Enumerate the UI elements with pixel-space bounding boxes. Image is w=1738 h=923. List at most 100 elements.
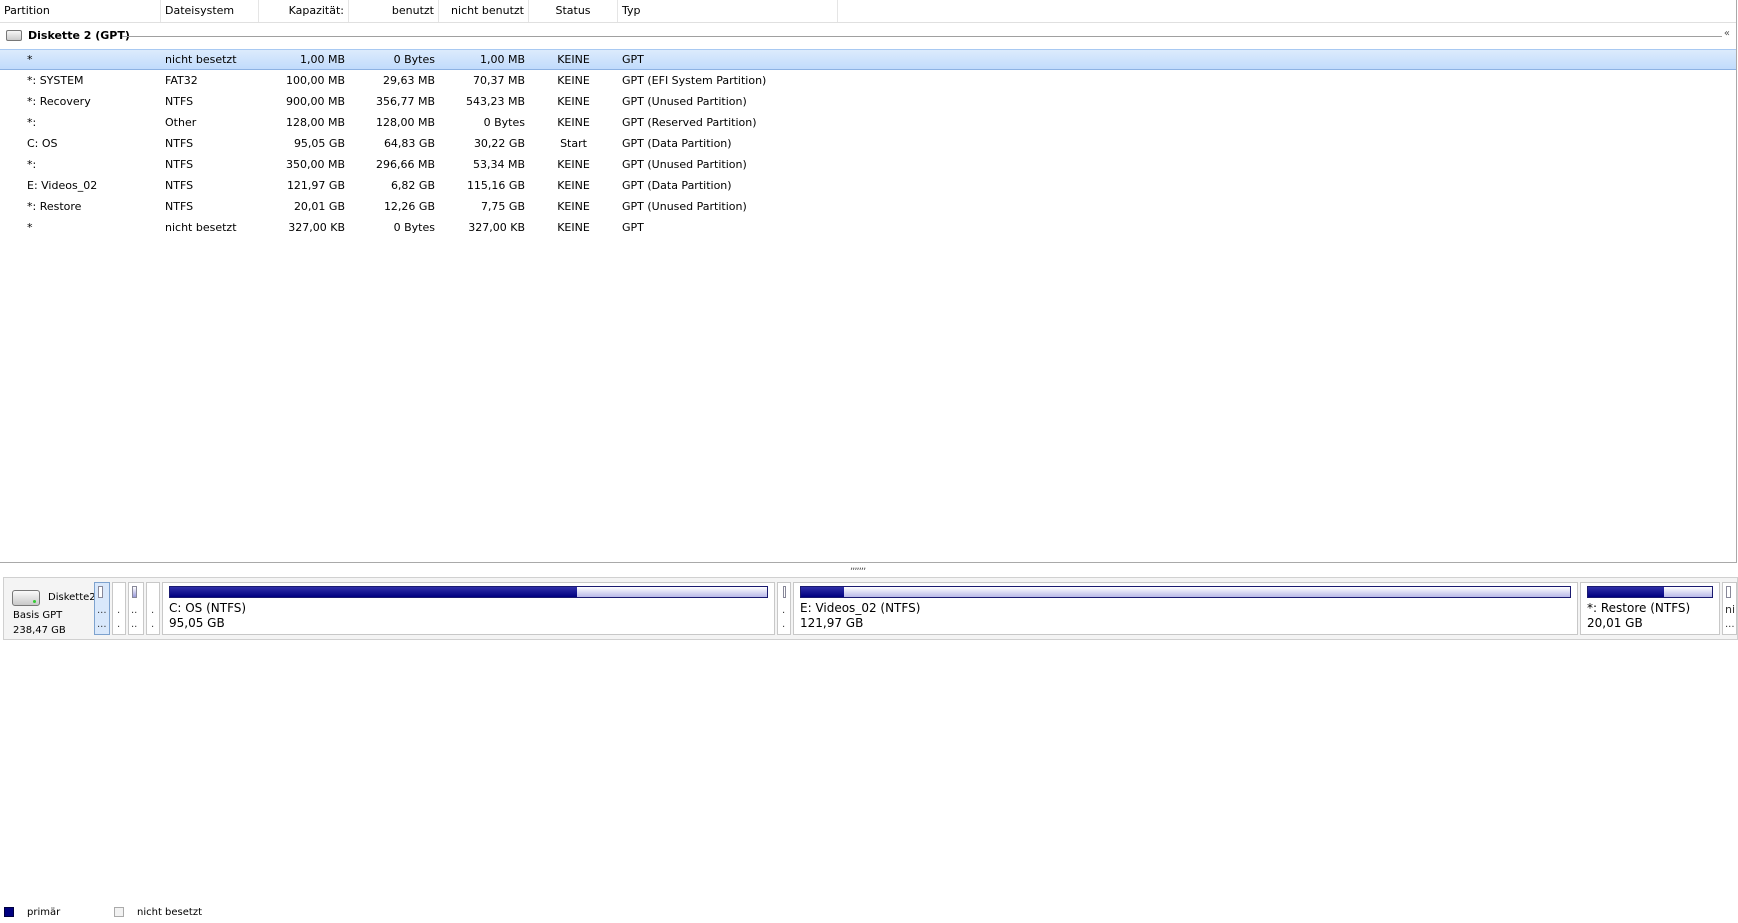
cell-used: 0 Bytes — [393, 221, 435, 234]
cell-capacity: 1,00 MB — [299, 53, 345, 66]
partition-bar — [1726, 586, 1731, 598]
cell-fs: NTFS — [165, 137, 194, 150]
column-header-partition[interactable]: Partition — [0, 0, 161, 22]
cell-partition: *: — [27, 116, 37, 129]
cell-unused: 115,16 GB — [466, 179, 525, 192]
partition-block-size: . — [151, 619, 155, 630]
partition-block-label: . — [117, 605, 121, 616]
table-row[interactable]: C: OS NTFS 95,05 GB 64,83 GB 30,22 GB Start GP… — [0, 133, 1736, 154]
disk-map: Diskette2 Basis GPT 238,47 GB ... ... . … — [3, 577, 1738, 640]
table-row[interactable]: *: SYSTEM FAT32 100,00 MB 29,63 MB 70,37 MB K… — [0, 70, 1736, 91]
cell-capacity: 20,01 GB — [293, 200, 345, 213]
partition-block-restore[interactable]: *: Restore (NTFS) 20,01 GB — [1580, 582, 1720, 635]
table-row[interactable]: * nicht besetzt 1,00 MB 0 Bytes 1,00 MB KEINE… — [0, 49, 1736, 70]
column-header-status[interactable]: Status — [529, 0, 618, 22]
partition-block-unused[interactable]: . . — [777, 582, 791, 635]
disk-info[interactable]: Diskette2 Basis GPT 238,47 GB — [4, 578, 96, 639]
cell-status: KEINE — [557, 221, 590, 234]
splitter-grip[interactable]: ,,,,,,, — [850, 561, 866, 572]
cell-used: 356,77 MB — [375, 95, 435, 108]
table-row[interactable]: *: Restore NTFS 20,01 GB 12,26 GB 7,75 GB KEI… — [0, 196, 1736, 217]
legend: primär nicht besetzt — [0, 902, 1738, 923]
group-divider — [122, 36, 1722, 37]
cell-unused: 543,23 MB — [465, 95, 525, 108]
cell-type: GPT (Unused Partition) — [622, 95, 747, 108]
cell-capacity: 327,00 KB — [288, 221, 345, 234]
cell-partition: *: Restore — [27, 200, 82, 213]
partition-list: Partition Dateisystem Kapazität: benutzt… — [0, 0, 1737, 563]
partition-block-size: 121,97 GB — [800, 616, 864, 630]
partition-block-system[interactable]: . . — [112, 582, 126, 635]
table-row[interactable]: *: NTFS 350,00 MB 296,66 MB 53,34 MB KEINE GPT… — [0, 154, 1736, 175]
cell-unused: 70,37 MB — [472, 74, 525, 87]
cell-partition: * — [27, 221, 33, 234]
partition-bar — [783, 586, 786, 598]
usage-bar — [800, 586, 1571, 598]
usage-bar-fill — [1588, 587, 1664, 597]
cell-fs: Other — [165, 116, 197, 129]
cell-fs: nicht besetzt — [165, 221, 237, 234]
table-row[interactable]: *: Other 128,00 MB 128,00 MB 0 Bytes KEINE GPT… — [0, 112, 1736, 133]
cell-status: Start — [560, 137, 587, 150]
usage-bar — [1587, 586, 1713, 598]
partition-block-size: . — [782, 619, 786, 630]
table-row[interactable]: E: Videos_02 NTFS 121,97 GB 6,82 GB 115,16 G… — [0, 175, 1736, 196]
column-header-capacity[interactable]: Kapazität: — [259, 0, 349, 22]
cell-used: 64,83 GB — [383, 137, 435, 150]
cell-unused: 53,34 MB — [472, 158, 525, 171]
cell-status: KEINE — [557, 95, 590, 108]
partition-block-label: *: Restore (NTFS) — [1587, 601, 1691, 615]
cell-unused: 327,00 KB — [468, 221, 525, 234]
disk-group-header[interactable]: Diskette 2 (GPT) « — [0, 26, 1736, 46]
cell-type: GPT — [622, 53, 644, 66]
column-header-row: Partition Dateisystem Kapazität: benutzt… — [0, 0, 1736, 23]
disk-type: Basis GPT — [13, 610, 63, 621]
usage-bar — [169, 586, 768, 598]
legend-unallocated-label: nicht besetzt — [137, 907, 203, 918]
partition-block-unallocated-1[interactable]: ... ... — [94, 582, 110, 635]
partition-block-reserved[interactable]: . . — [146, 582, 160, 635]
cell-type: GPT (Unused Partition) — [622, 158, 747, 171]
cell-used: 128,00 MB — [375, 116, 435, 129]
column-header-filesystem[interactable]: Dateisystem — [161, 0, 259, 22]
cell-status: KEINE — [557, 200, 590, 213]
partition-block-recovery[interactable]: .. .. — [128, 582, 144, 635]
cell-fs: nicht besetzt — [165, 53, 237, 66]
cell-fs: NTFS — [165, 200, 194, 213]
cell-status: KEINE — [557, 179, 590, 192]
cell-partition: *: SYSTEM — [27, 74, 84, 87]
column-header-type[interactable]: Typ — [618, 0, 838, 22]
disk-size: 238,47 GB — [13, 625, 66, 636]
partition-block-os[interactable]: C: OS (NTFS) 95,05 GB — [162, 582, 775, 635]
legend-unallocated-swatch — [114, 907, 124, 917]
cell-fs: NTFS — [165, 158, 194, 171]
cell-capacity: 100,00 MB — [285, 74, 345, 87]
legend-primary-swatch — [4, 907, 14, 917]
usage-bar-fill — [801, 587, 845, 597]
cell-fs: NTFS — [165, 95, 194, 108]
partition-block-size: 95,05 GB — [169, 616, 225, 630]
partition-block-size: . — [117, 619, 121, 630]
cell-type: GPT (Data Partition) — [622, 137, 732, 150]
partition-block-label: E: Videos_02 (NTFS) — [800, 601, 921, 615]
hard-disk-icon — [12, 590, 40, 606]
cell-capacity: 128,00 MB — [285, 116, 345, 129]
disk-icon — [6, 30, 22, 41]
cell-fs: NTFS — [165, 179, 194, 192]
partition-block-videos[interactable]: E: Videos_02 (NTFS) 121,97 GB — [793, 582, 1578, 635]
cell-type: GPT (Reserved Partition) — [622, 116, 757, 129]
cell-type: GPT (Unused Partition) — [622, 200, 747, 213]
cell-capacity: 121,97 GB — [286, 179, 345, 192]
column-header-used[interactable]: benutzt — [349, 0, 439, 22]
partition-block-unallocated-2[interactable]: ni.. ... — [1722, 582, 1737, 635]
partition-block-size: .. — [131, 619, 138, 630]
table-row[interactable]: *: Recovery NTFS 900,00 MB 356,77 MB 543,23 … — [0, 91, 1736, 112]
cell-capacity: 350,00 MB — [285, 158, 345, 171]
cell-unused: 7,75 GB — [480, 200, 525, 213]
collapse-icon[interactable]: « — [1724, 28, 1730, 39]
partition-bar — [132, 586, 137, 598]
column-header-unused[interactable]: nicht benutzt — [439, 0, 529, 22]
table-row[interactable]: * nicht besetzt 327,00 KB 0 Bytes 327,00 KB K… — [0, 217, 1736, 238]
cell-fs: FAT32 — [165, 74, 198, 87]
usage-bar-fill — [170, 587, 578, 597]
